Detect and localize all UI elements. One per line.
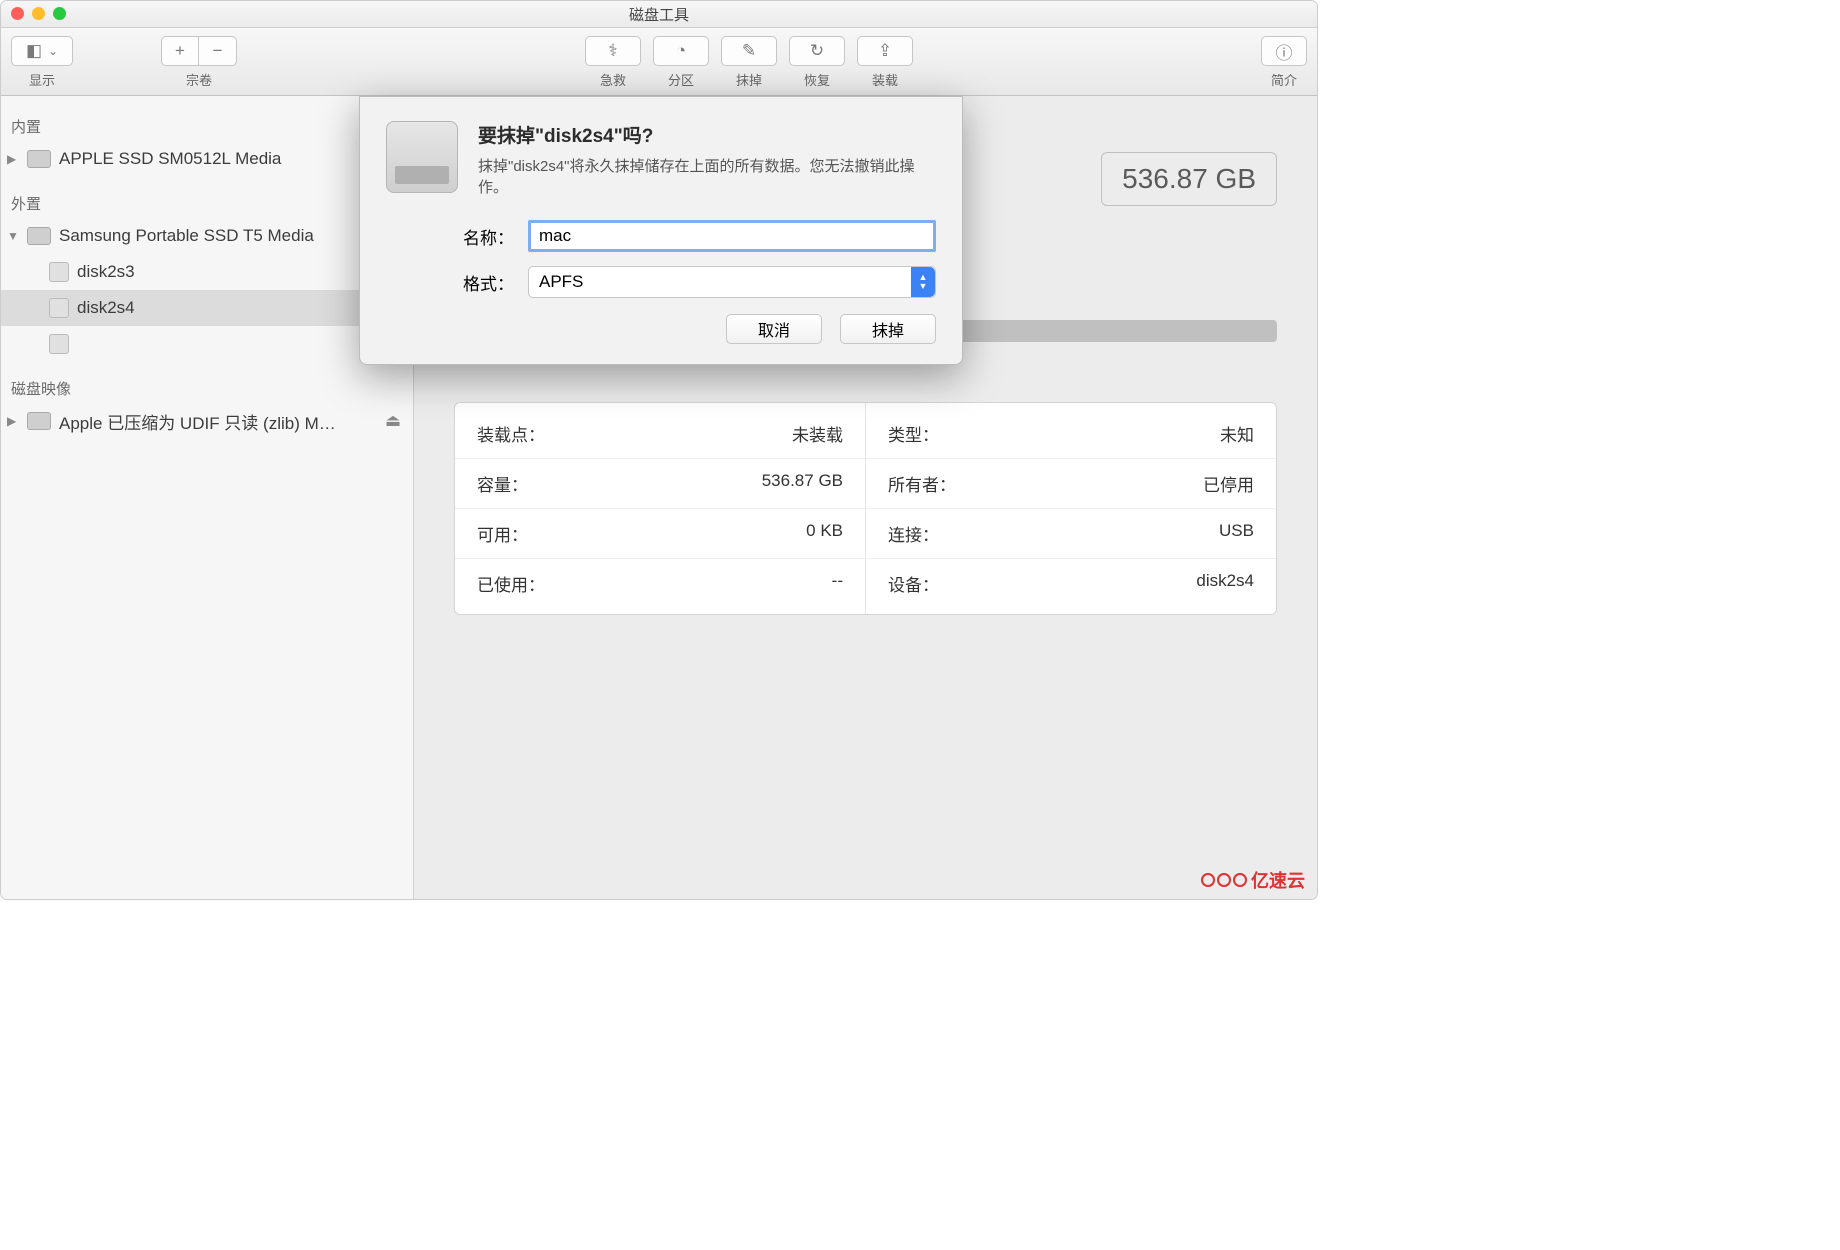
cancel-button[interactable]: 取消	[726, 314, 822, 344]
format-select-value: APFS	[539, 272, 583, 292]
disk-icon	[27, 150, 51, 168]
info-row: 连接：USB	[866, 508, 1276, 558]
erase-confirm-button[interactable]: 抹掉	[840, 314, 936, 344]
volume-icon	[49, 262, 69, 282]
info-row: 可用：0 KB	[455, 508, 865, 558]
partition-button[interactable]: ◔	[653, 36, 709, 66]
eject-icon[interactable]: ⏏	[385, 411, 401, 431]
restore-button[interactable]: ↻	[789, 36, 845, 66]
pie-icon: ◔	[676, 41, 686, 61]
mount-label: 装载	[872, 70, 898, 89]
sidebar-item-label: Samsung Portable SSD T5 Media	[59, 226, 314, 246]
titlebar: 磁盘工具	[1, 1, 1317, 28]
watermark: 亿速云	[1201, 867, 1305, 893]
name-input[interactable]	[528, 220, 936, 252]
erase-button[interactable]: ✎	[721, 36, 777, 66]
info-panel: 装载点：未装载 容量：536.87 GB 可用：0 KB 已使用：-- 类型：未…	[454, 402, 1277, 615]
volume-label: 宗卷	[186, 70, 212, 89]
sidebar-header-external: 外置	[1, 187, 413, 218]
caret-right-icon: ▶	[7, 152, 19, 166]
sidebar-item-external-disk[interactable]: ▼ Samsung Portable SSD T5 Media	[1, 218, 413, 254]
sidebar-item-label: APPLE SSD SM0512L Media	[59, 149, 281, 169]
sidebar-item-volume[interactable]: disk2s3	[1, 254, 413, 290]
sidebar-item-volume-empty[interactable]	[1, 326, 413, 362]
sidebar-item-volume-selected[interactable]: disk2s4	[1, 290, 413, 326]
firstaid-button[interactable]: ⚕	[585, 36, 641, 66]
sidebar: 内置 ▶ APPLE SSD SM0512L Media 外置 ▼ Samsun…	[1, 96, 414, 899]
erase-dialog: 要抹掉"disk2s4"吗? 抹掉"disk2s4"将永久抹掉储存在上面的所有数…	[359, 96, 963, 365]
caret-right-icon: ▶	[7, 414, 19, 428]
info-row: 装载点：未装载	[455, 409, 865, 458]
mount-button[interactable]: ⇪	[857, 36, 913, 66]
erase-icon: ✎	[742, 41, 756, 61]
sidebar-item-internal-disk[interactable]: ▶ APPLE SSD SM0512L Media	[1, 141, 413, 177]
dialog-description: 抹掉"disk2s4"将永久抹掉储存在上面的所有数据。您无法撤销此操作。	[478, 156, 936, 198]
sidebar-header-images: 磁盘映像	[1, 372, 413, 403]
restore-label: 恢复	[804, 70, 830, 89]
volume-icon	[49, 334, 69, 354]
info-row: 已使用：--	[455, 558, 865, 608]
mount-icon: ⇪	[878, 41, 892, 61]
window-title: 磁盘工具	[629, 4, 689, 25]
name-field-label: 名称：	[442, 224, 514, 249]
toolbar: ◧ ⌄ 显示 + − 宗卷 ⚕ 急救 ◔ 分区 ✎ 抹掉	[1, 28, 1317, 96]
watermark-text: 亿速云	[1251, 867, 1305, 893]
info-label: 简介	[1271, 70, 1297, 89]
format-select[interactable]: APFS ▲▼	[528, 266, 936, 298]
info-row: 类型：未知	[866, 409, 1276, 458]
firstaid-label: 急救	[600, 70, 626, 89]
info-row: 设备：disk2s4	[866, 558, 1276, 608]
view-label: 显示	[29, 70, 55, 89]
sidebar-icon: ◧	[26, 41, 42, 61]
capacity-badge: 536.87 GB	[1101, 152, 1277, 206]
watermark-logo-icon	[1201, 873, 1247, 887]
sidebar-header-internal: 内置	[1, 110, 413, 141]
sidebar-item-label: Apple 已压缩为 UDIF 只读 (zlib) M…	[59, 409, 377, 434]
harddisk-icon	[386, 121, 458, 193]
minimize-window-button[interactable]	[32, 7, 45, 20]
dialog-heading: 要抹掉"disk2s4"吗?	[478, 121, 936, 148]
select-arrows-icon: ▲▼	[911, 267, 935, 297]
stethoscope-icon: ⚕	[608, 41, 617, 61]
info-row: 所有者：已停用	[866, 458, 1276, 508]
close-window-button[interactable]	[11, 7, 24, 20]
chevron-down-icon: ⌄	[48, 44, 58, 58]
format-field-label: 格式：	[442, 270, 514, 295]
sidebar-item-label: disk2s3	[77, 262, 135, 282]
disk-icon	[27, 227, 51, 245]
caret-down-icon: ▼	[7, 229, 19, 243]
add-volume-button[interactable]: +	[161, 36, 199, 66]
restore-icon: ↻	[810, 41, 824, 61]
info-button[interactable]: ⓘ	[1261, 36, 1307, 66]
sidebar-item-label: disk2s4	[77, 298, 135, 318]
remove-volume-button[interactable]: −	[199, 36, 237, 66]
partition-label: 分区	[668, 70, 694, 89]
traffic-lights	[11, 7, 66, 20]
sidebar-item-disk-image[interactable]: ▶ Apple 已压缩为 UDIF 只读 (zlib) M… ⏏	[1, 403, 413, 439]
maximize-window-button[interactable]	[53, 7, 66, 20]
volume-icon	[49, 298, 69, 318]
erase-label: 抹掉	[736, 70, 762, 89]
info-row: 容量：536.87 GB	[455, 458, 865, 508]
diskimage-icon	[27, 412, 51, 430]
view-button[interactable]: ◧ ⌄	[11, 36, 73, 66]
info-icon: ⓘ	[1276, 39, 1293, 64]
